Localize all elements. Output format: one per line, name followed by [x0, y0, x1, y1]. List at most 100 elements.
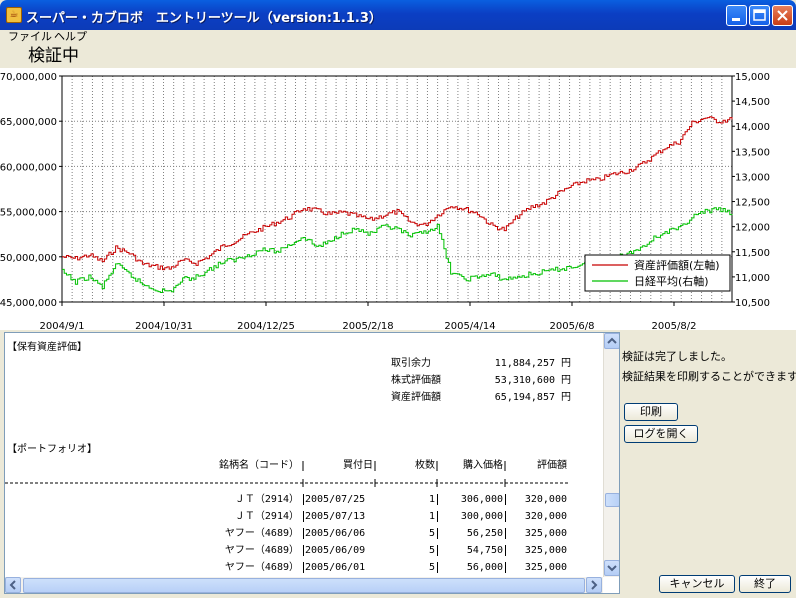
- column-divider: [437, 511, 438, 522]
- table-cell-date: 2005/06/06: [305, 528, 366, 539]
- table-cell-price: 56,000: [466, 562, 503, 573]
- column-divider: [303, 562, 304, 573]
- column-divider: [437, 545, 438, 556]
- asset-label: 株式評価額: [391, 375, 441, 386]
- x-axis-tick-label: 2005/8/2: [652, 321, 697, 330]
- chevron-left-icon: [9, 580, 16, 590]
- minimize-button[interactable]: [726, 5, 747, 26]
- right-axis-tick-label: 15,000: [735, 72, 770, 83]
- asset-label: 資産評価額: [391, 392, 441, 403]
- column-divider: [303, 528, 304, 539]
- left-axis-tick-label: 50,000,000: [0, 253, 57, 264]
- x-axis-ticks: 2004/9/1 2004/10/31 2004/12/25 2005/2/18 200…: [40, 302, 697, 332]
- table-cell-value: 325,000: [524, 545, 567, 556]
- table-cell-name: ヤフー（4689）: [224, 545, 299, 556]
- scroll-right-button[interactable]: [586, 577, 602, 593]
- report-horizontal-scrollbar[interactable]: [5, 577, 603, 593]
- close-icon: [777, 10, 788, 21]
- chevron-up-icon: [607, 337, 617, 344]
- window-title: スーパー・カブロボ エントリーツール（version:1.1.3）: [26, 11, 382, 26]
- x-axis-tick-label: 2004/12/25: [237, 321, 295, 330]
- column-divider: [505, 511, 506, 522]
- x-axis-tick-label: 2005/2/18: [342, 321, 393, 330]
- column-divider: [437, 528, 438, 539]
- maximize-button[interactable]: [749, 5, 770, 26]
- title-bar: ☕ スーパー・カブロボ エントリーツール（version:1.1.3）: [0, 0, 796, 30]
- section-portfolio-heading: 【ポートフォリオ】: [7, 444, 97, 455]
- menu-bar: ファイル ヘルプ: [0, 30, 796, 44]
- table-cell-qty: 1: [428, 494, 435, 505]
- left-axis-ticks: 45,000,000 50,000,000 55,000,000 60,000,000…: [0, 72, 62, 309]
- table-cell-value: 320,000: [524, 494, 567, 505]
- legend-label-nikkei: 日経平均(右軸): [634, 274, 709, 288]
- table-cell-price: 300,000: [460, 511, 503, 522]
- chart-panel: 45,000,000 50,000,000 55,000,000 60,000,000…: [0, 68, 796, 332]
- asset-value: 65,194,857: [494, 392, 555, 403]
- scroll-down-button[interactable]: [604, 560, 619, 576]
- table-cell-name: ヤフー（4689）: [224, 528, 299, 539]
- column-divider: [437, 562, 438, 573]
- right-axis-ticks: 10,500 11,000 11,500 12,000 12,500 13,000 13,5…: [732, 72, 770, 309]
- column-divider: [505, 494, 506, 505]
- table-cell-price: 56,250: [466, 528, 503, 539]
- asset-chart: 45,000,000 50,000,000 55,000,000 60,000,000…: [0, 72, 770, 332]
- horizontal-scroll-thumb[interactable]: [23, 578, 585, 593]
- scroll-up-button[interactable]: [604, 333, 619, 349]
- right-axis-tick-label: 10,500: [735, 298, 770, 309]
- asset-value: 11,884,257: [494, 358, 555, 369]
- column-divider: [303, 545, 304, 556]
- asset-unit: 円: [561, 358, 571, 369]
- x-axis-tick-label: 2005/4/14: [444, 321, 495, 330]
- column-divider: [505, 562, 506, 573]
- finish-button[interactable]: 終了: [739, 575, 791, 593]
- minimize-icon: [732, 18, 740, 21]
- left-axis-tick-label: 65,000,000: [0, 117, 57, 128]
- java-cup-icon[interactable]: ☕: [6, 7, 22, 23]
- maximize-icon: [753, 9, 766, 21]
- table-cell-name: ヤフー（4689）: [224, 562, 299, 573]
- right-axis-tick-label: 13,000: [735, 172, 770, 183]
- report-text-area[interactable]: 【保有資産評価】 取引余力 11,884,257 円 株式評価額 53,310,…: [5, 333, 603, 577]
- table-cell-price: 306,000: [460, 494, 503, 505]
- left-axis-tick-label: 70,000,000: [0, 72, 57, 83]
- report-panel: 【保有資産評価】 取引余力 11,884,257 円 株式評価額 53,310,…: [4, 332, 620, 594]
- print-button[interactable]: 印刷: [624, 403, 678, 421]
- column-divider: [437, 494, 438, 505]
- table-cell-value: 325,000: [524, 528, 567, 539]
- report-vertical-scrollbar[interactable]: [603, 333, 619, 577]
- status-title: 検証中: [28, 46, 79, 66]
- table-cell-name: ＪＴ（2914）: [234, 494, 299, 505]
- table-cell-qty: 1: [428, 511, 435, 522]
- column-divider: [505, 545, 506, 556]
- table-cell-price: 54,750: [466, 545, 503, 556]
- table-cell-value: 320,000: [524, 511, 567, 522]
- close-button[interactable]: [772, 5, 793, 26]
- menu-help[interactable]: ヘルプ: [54, 30, 87, 44]
- x-axis-tick-label: 2005/6/8: [550, 321, 595, 330]
- scroll-left-button[interactable]: [5, 577, 21, 593]
- right-axis-tick-label: 11,000: [735, 273, 770, 284]
- left-axis-tick-label: 60,000,000: [0, 162, 57, 173]
- table-cell-date: 2005/06/01: [305, 562, 366, 573]
- chevron-right-icon: [591, 580, 598, 590]
- table-cell-value: 325,000: [524, 562, 567, 573]
- cancel-button[interactable]: キャンセル: [659, 575, 735, 593]
- legend-label-asset: 資産評価額(左軸): [634, 258, 720, 272]
- table-cell-qty: 5: [428, 528, 435, 539]
- right-axis-tick-label: 14,500: [735, 97, 770, 108]
- column-separators: [5, 461, 570, 487]
- asset-value: 53,310,600: [494, 375, 555, 386]
- message-complete: 検証は完了しました。: [622, 350, 732, 363]
- column-divider: [505, 528, 506, 539]
- x-axis-tick-label: 2004/10/31: [135, 321, 193, 330]
- open-log-button[interactable]: ログを開く: [624, 425, 698, 443]
- left-axis-tick-label: 55,000,000: [0, 208, 57, 219]
- menu-file[interactable]: ファイル: [8, 30, 52, 44]
- chart-legend: 資産評価額(左軸) 日経平均(右軸): [584, 254, 731, 292]
- column-divider: [303, 511, 304, 522]
- right-axis-tick-label: 11,500: [735, 248, 770, 259]
- table-cell-name: ＪＴ（2914）: [234, 511, 299, 522]
- right-axis-tick-label: 14,000: [735, 122, 770, 133]
- vertical-scroll-thumb[interactable]: [605, 493, 619, 507]
- left-axis-tick-label: 45,000,000: [0, 298, 57, 309]
